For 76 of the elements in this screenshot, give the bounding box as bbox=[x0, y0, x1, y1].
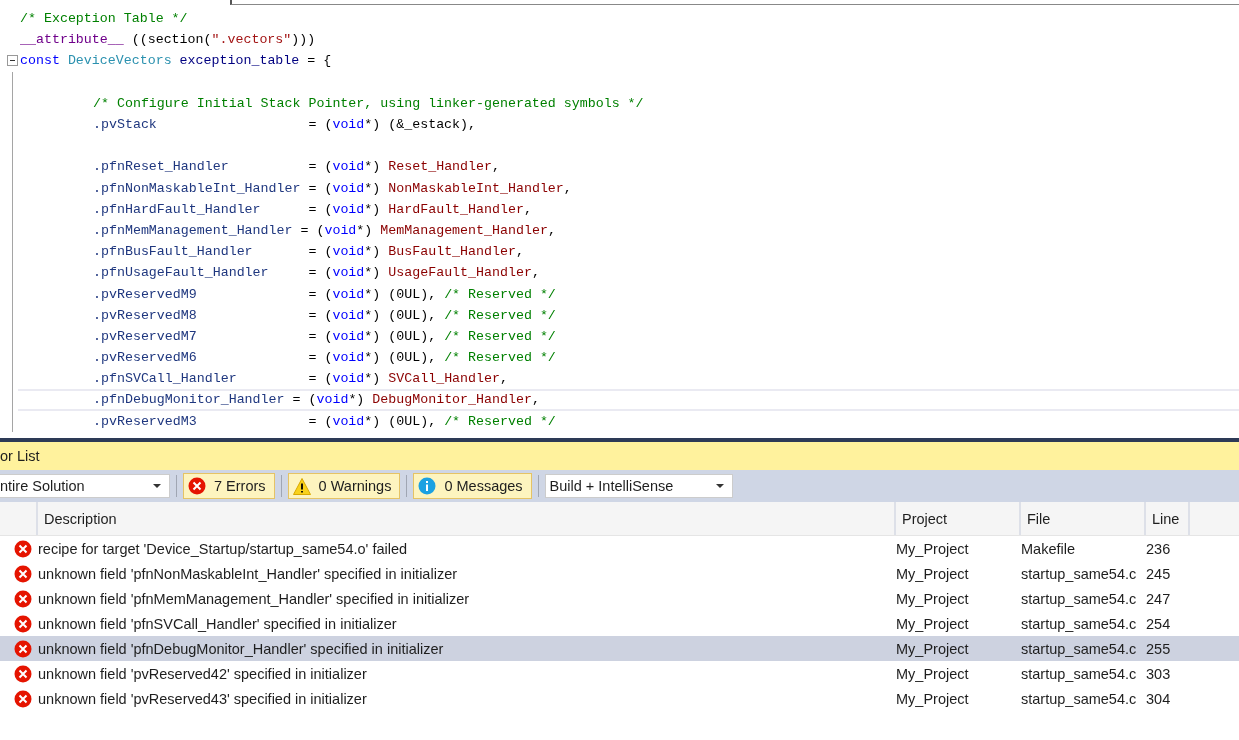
error-icon bbox=[14, 664, 32, 683]
column-header[interactable]: Line bbox=[1146, 502, 1190, 535]
project-name: My_Project bbox=[896, 690, 969, 707]
error-icon bbox=[14, 564, 32, 583]
error-icon bbox=[14, 539, 32, 558]
warning-filter-button[interactable]: 0 Warnings bbox=[287, 473, 401, 499]
code-line: .pfnDebugMonitor_Handler = (void*) DebugMonitor_Handler, bbox=[93, 392, 540, 408]
project-name: My_Project bbox=[896, 590, 969, 607]
file-name: Makefile bbox=[1021, 540, 1075, 557]
error-row[interactable]: unknown field 'pfnDebugMonitor_Handler' specified in initializer My_Project startup_same54.c 255 bbox=[0, 636, 1239, 661]
error-row[interactable]: unknown field 'pvReserved43' specified in initializer My_Project startup_same54.c 304 bbox=[0, 686, 1239, 711]
line-number: 247 bbox=[1146, 590, 1171, 607]
project-name: My_Project bbox=[896, 665, 969, 682]
error-icon bbox=[14, 589, 32, 608]
collapse-icon[interactable] bbox=[7, 55, 18, 67]
project-name: My_Project bbox=[896, 540, 969, 557]
error-row[interactable]: unknown field 'pfnNonMaskableInt_Handler' specified in initializer My_Project startup_same54.c 245 bbox=[0, 561, 1239, 586]
column-header[interactable]: File bbox=[1021, 502, 1146, 535]
file-name: startup_same54.c bbox=[1021, 690, 1137, 707]
code-line: .pvReservedM7 = (void*) (0UL), /* Reserved */ bbox=[93, 328, 556, 344]
code-line: .pfnNonMaskableInt_Handler = (void*) NonMaskableInt_Handler, bbox=[93, 180, 572, 196]
caret-icon bbox=[153, 484, 161, 488]
column-header[interactable]: Project bbox=[896, 502, 1021, 535]
file-name: startup_same54.c bbox=[1021, 565, 1137, 582]
caret-icon bbox=[715, 484, 724, 488]
line-number: 245 bbox=[1146, 565, 1171, 582]
error-description: unknown field 'pfnMemManagement_Handler' specified in initializer bbox=[38, 590, 470, 607]
error-row[interactable]: unknown field 'pfnMemManagement_Handler' specified in initializer My_Project startup_same54.c 247 bbox=[0, 586, 1239, 611]
error-row[interactable]: unknown field 'pfnSVCall_Handler' specified in initializer My_Project startup_same54.c 254 bbox=[0, 611, 1239, 636]
file-name: startup_same54.c bbox=[1021, 590, 1137, 607]
code-line: .pvStack = (void*) (&_estack), bbox=[93, 117, 477, 133]
error-description: unknown field 'pvReserved42' specified in initializer bbox=[38, 665, 367, 682]
project-name: My_Project bbox=[896, 640, 969, 657]
line-number: 304 bbox=[1146, 690, 1171, 707]
panel-title: or List bbox=[0, 448, 40, 464]
scope-dropdown[interactable]: ntire Solution bbox=[0, 474, 170, 498]
warning-icon bbox=[292, 477, 311, 495]
code-line: .pvReservedM8 = (void*) (0UL), /* Reserved */ bbox=[93, 307, 556, 323]
error-icon bbox=[14, 639, 32, 658]
info-icon bbox=[418, 477, 437, 495]
error-description: unknown field 'pfnSVCall_Handler' specified in initializer bbox=[38, 615, 397, 632]
line-number: 236 bbox=[1146, 540, 1171, 557]
line-number: 303 bbox=[1146, 665, 1171, 682]
code-line: __attribute__ ((section(".vectors"))) bbox=[20, 32, 316, 48]
code-line: .pvReservedM3 = (void*) (0UL), /* Reserved */ bbox=[93, 413, 556, 429]
error-description: unknown field 'pfnDebugMonitor_Handler' specified in initializer bbox=[38, 640, 444, 657]
error-description: recipe for target 'Device_Startup/startup_same54.o' failed bbox=[38, 540, 408, 557]
project-name: My_Project bbox=[896, 565, 969, 582]
error-filter-button[interactable]: 7 Errors bbox=[183, 473, 275, 499]
line-number: 254 bbox=[1146, 615, 1171, 632]
code-line: .pfnSVCall_Handler = (void*) SVCall_Handler, bbox=[93, 371, 508, 387]
file-name: startup_same54.c bbox=[1021, 640, 1137, 657]
code-line: .pvReservedM9 = (void*) (0UL), /* Reserved */ bbox=[93, 286, 556, 302]
project-name: My_Project bbox=[896, 615, 969, 632]
error-icon bbox=[188, 477, 206, 495]
source-dropdown[interactable]: Build + IntelliSense bbox=[544, 474, 733, 498]
code-line: .pfnReset_Handler = (void*) Reset_Handler, bbox=[93, 159, 500, 175]
code-line: /* Configure Initial Stack Pointer, using linker-generated symbols */ bbox=[93, 95, 644, 111]
error-icon bbox=[14, 614, 32, 633]
code-line: .pvReservedM6 = (void*) (0UL), /* Reserved */ bbox=[93, 350, 556, 366]
column-header[interactable]: Description bbox=[38, 502, 896, 535]
error-row[interactable]: unknown field 'pvReserved42' specified in initializer My_Project startup_same54.c 303 bbox=[0, 661, 1239, 686]
error-description: unknown field 'pfnNonMaskableInt_Handler' specified in initializer bbox=[38, 565, 458, 582]
code-line: const DeviceVectors exception_table = { bbox=[20, 53, 332, 69]
code-line: .pfnMemManagement_Handler = (void*) MemManagement_Handler, bbox=[93, 222, 556, 238]
file-name: startup_same54.c bbox=[1021, 665, 1137, 682]
code-line: /* Exception Table */ bbox=[20, 11, 188, 27]
error-description: unknown field 'pvReserved43' specified in initializer bbox=[38, 690, 367, 707]
code-line: .pfnHardFault_Handler = (void*) HardFault_Handler, bbox=[93, 201, 532, 217]
code-line: .pfnBusFault_Handler = (void*) BusFault_Handler, bbox=[93, 244, 524, 260]
error-row[interactable]: recipe for target 'Device_Startup/startup_same54.o' failed My_Project Makefile 236 bbox=[0, 536, 1239, 561]
line-number: 255 bbox=[1146, 640, 1171, 657]
error-icon bbox=[14, 689, 32, 708]
file-name: startup_same54.c bbox=[1021, 615, 1137, 632]
message-filter-button[interactable]: 0 Messages bbox=[413, 473, 532, 499]
code-line: .pfnUsageFault_Handler = (void*) UsageFault_Handler, bbox=[93, 265, 540, 281]
